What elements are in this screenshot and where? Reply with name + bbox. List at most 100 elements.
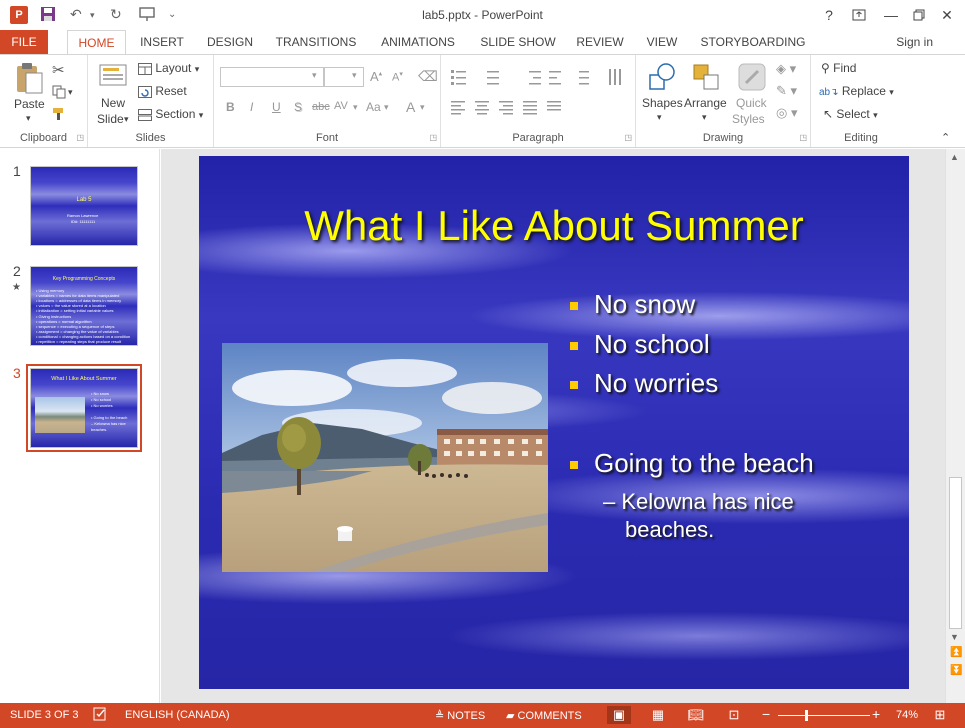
tab-review[interactable]: REVIEW <box>570 30 630 54</box>
arrange-dropdown-icon[interactable]: ▾ <box>702 112 707 123</box>
font-size-dropdown-icon[interactable]: ▾ <box>352 70 357 81</box>
collapse-ribbon-icon[interactable]: ⌃ <box>941 131 950 144</box>
tab-animations[interactable]: ANIMATIONS <box>372 30 464 54</box>
sub-bullet-line1[interactable]: – Kelowna has nice <box>603 488 794 516</box>
paragraph-launcher-icon[interactable]: ◳ <box>624 133 632 142</box>
font-family-box[interactable] <box>220 67 324 87</box>
quick-styles-button[interactable]: Quick <box>736 96 767 110</box>
slide-show-icon[interactable]: ⊡ <box>722 706 746 724</box>
tab-file[interactable]: FILE <box>0 30 48 54</box>
tab-view[interactable]: VIEW <box>640 30 684 54</box>
layout-button[interactable]: Layout ▾ <box>138 61 199 75</box>
font-color-dropdown-icon[interactable]: ▾ <box>420 102 425 113</box>
quick-styles-icon[interactable] <box>736 61 768 96</box>
new-slide-label-2[interactable]: Slide <box>97 112 124 126</box>
notes-button[interactable]: ≜ NOTES <box>435 709 485 722</box>
comments-button[interactable]: ▰ COMMENTS <box>506 709 582 722</box>
slide-thumbnail-1[interactable]: Lab 5 Ramon Lawrence ID#: 11111111 <box>30 166 138 246</box>
replace-button[interactable]: ab↴ Replace ▾ <box>819 84 894 98</box>
strikethrough-button[interactable]: abc <box>312 101 330 113</box>
change-case-button[interactable]: Aa <box>366 100 381 114</box>
shape-outline-icon[interactable]: ✎ ▾ <box>776 83 797 99</box>
scroll-up-icon[interactable]: ▲ <box>950 152 959 162</box>
arrange-icon[interactable] <box>690 61 722 96</box>
tab-slide-show[interactable]: SLIDE SHOW <box>475 30 561 54</box>
save-icon[interactable] <box>40 6 56 25</box>
shrink-font-icon[interactable]: A▾ <box>392 70 403 84</box>
tab-insert[interactable]: INSERT <box>132 30 192 54</box>
font-color-button[interactable]: A <box>406 99 415 115</box>
redo-icon[interactable]: ↻ <box>110 6 122 23</box>
paste-icon[interactable] <box>14 61 44 98</box>
shapes-button[interactable]: Shapes <box>642 96 683 110</box>
format-painter-icon[interactable] <box>52 107 68 124</box>
slide-sorter-icon[interactable]: ▦ <box>646 706 670 724</box>
tab-design[interactable]: DESIGN <box>200 30 260 54</box>
sub-bullet-line2[interactable]: beaches. <box>625 516 714 544</box>
font-launcher-icon[interactable]: ◳ <box>429 133 437 142</box>
paragraph-alignment-icons[interactable] <box>449 99 579 115</box>
section-button[interactable]: Section ▾ <box>138 107 203 121</box>
restore-button[interactable] <box>906 4 932 26</box>
change-case-dropdown-icon[interactable]: ▾ <box>384 102 389 113</box>
spelling-icon[interactable] <box>93 707 107 724</box>
font-size-box[interactable] <box>324 67 364 87</box>
shapes-icon[interactable] <box>646 61 678 96</box>
scroll-down-icon[interactable]: ▼ <box>950 632 959 642</box>
zoom-level[interactable]: 74% <box>896 709 918 721</box>
sign-in-link[interactable]: Sign in <box>896 30 933 54</box>
new-slide-icon[interactable] <box>99 61 129 94</box>
reading-view-icon[interactable]: 📖︎ <box>684 706 708 724</box>
zoom-in-button[interactable]: + <box>872 706 880 722</box>
shapes-dropdown-icon[interactable]: ▾ <box>657 112 662 123</box>
new-slide-label[interactable]: New <box>101 96 125 110</box>
vertical-scrollbar[interactable]: ▲ ▼ ⏫ ⏬ <box>945 149 965 703</box>
clear-formatting-icon[interactable]: ⌫ <box>418 68 438 85</box>
slide-thumbnail-3[interactable]: What I Like About Summer • No snow • No … <box>26 364 142 452</box>
find-button[interactable]: ⚲ Find <box>821 61 856 75</box>
presentation-icon[interactable] <box>138 6 156 25</box>
slide-thumbnail-2[interactable]: Key Programming Concepts • Using memory … <box>30 266 138 346</box>
grow-font-icon[interactable]: A▴ <box>370 69 382 84</box>
close-button[interactable]: ✕ <box>934 4 960 26</box>
shape-fill-icon[interactable]: ◈ ▾ <box>776 61 796 77</box>
current-slide[interactable]: What I Like About Summer No snow No scho… <box>199 156 909 689</box>
select-button[interactable]: ↖ Select ▾ <box>823 107 878 121</box>
scrollbar-thumb[interactable] <box>949 477 962 629</box>
paragraph-row1-icons[interactable] <box>449 67 629 87</box>
minimize-button[interactable]: — <box>878 4 904 26</box>
next-slide-icon[interactable]: ⏬ <box>950 665 962 676</box>
undo-icon[interactable]: ↶ <box>70 6 82 23</box>
copy-icon[interactable] <box>52 85 66 102</box>
language-status[interactable]: ENGLISH (CANADA) <box>125 709 230 721</box>
zoom-slider-handle[interactable] <box>805 710 808 721</box>
customize-qat-icon[interactable]: ⌄ <box>168 9 176 20</box>
copy-dropdown-icon[interactable]: ▾ <box>68 87 73 98</box>
tab-storyboarding[interactable]: STORYBOARDING <box>694 30 812 54</box>
beach-photo[interactable] <box>222 343 548 572</box>
quick-styles-button-2[interactable]: Styles <box>732 112 765 126</box>
reset-button[interactable]: Reset <box>138 84 187 98</box>
clipboard-launcher-icon[interactable]: ◳ <box>76 133 84 142</box>
tab-home[interactable]: HOME <box>67 30 126 54</box>
cut-icon[interactable]: ✂ <box>52 61 65 79</box>
ribbon-display-options-icon[interactable] <box>846 4 872 26</box>
drawing-launcher-icon[interactable]: ◳ <box>799 133 807 142</box>
tab-transitions[interactable]: TRANSITIONS <box>272 30 360 54</box>
bullet-item[interactable]: No snow <box>594 289 695 320</box>
powerpoint-app-icon[interactable]: P <box>10 6 28 24</box>
paste-button[interactable]: Paste <box>14 97 45 111</box>
zoom-out-button[interactable]: − <box>762 706 770 722</box>
zoom-slider[interactable] <box>778 715 870 716</box>
previous-slide-icon[interactable]: ⏫ <box>950 647 962 658</box>
arrange-button[interactable]: Arrange <box>684 96 727 110</box>
bullet-item[interactable]: No worries <box>594 368 718 399</box>
character-spacing-dropdown-icon[interactable]: ▾ <box>353 102 358 113</box>
bold-button[interactable]: B <box>226 100 235 114</box>
paste-dropdown-icon[interactable]: ▾ <box>26 113 31 124</box>
bullet-item[interactable]: Going to the beach <box>594 448 814 479</box>
underline-button[interactable]: U <box>272 100 281 114</box>
normal-view-icon[interactable]: ▣ <box>607 706 631 724</box>
fit-to-window-icon[interactable]: ⊞ <box>928 706 952 724</box>
character-spacing-button[interactable]: AV <box>334 100 348 112</box>
